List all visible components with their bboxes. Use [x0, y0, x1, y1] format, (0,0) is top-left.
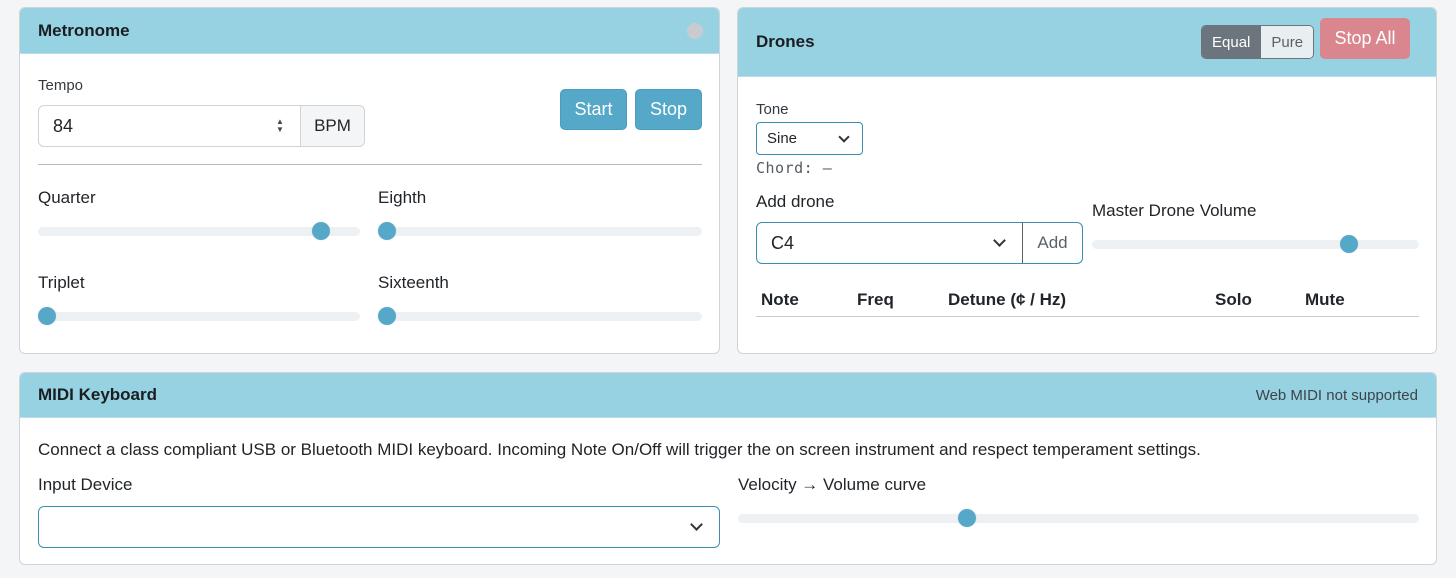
add-drone-group: C4 Add: [756, 222, 1083, 264]
triplet-slider[interactable]: [38, 307, 360, 325]
velocity-curve-slider[interactable]: [738, 509, 1419, 527]
triplet-label: Triplet: [38, 273, 85, 292]
midi-description: Connect a class compliant USB or Bluetoo…: [38, 440, 1201, 459]
sixteenth-slider-thumb[interactable]: [378, 307, 396, 325]
velocity-curve-thumb[interactable]: [958, 509, 977, 527]
eighth-slider[interactable]: [378, 222, 702, 240]
master-volume-thumb[interactable]: [1340, 235, 1359, 253]
col-header-mute: Mute: [1305, 290, 1345, 309]
start-button[interactable]: Start: [560, 89, 627, 130]
col-header-note: Note: [761, 290, 799, 309]
midi-status: Web MIDI not supported: [1255, 386, 1418, 404]
input-device-label: Input Device: [38, 475, 133, 494]
chevron-down-icon: [993, 234, 1006, 247]
chord-text: Chord: —: [756, 159, 833, 177]
eighth-label: Eighth: [378, 188, 427, 207]
master-volume-slider[interactable]: [1092, 235, 1419, 253]
triplet-slider-thumb[interactable]: [38, 307, 56, 325]
col-header-freq: Freq: [857, 290, 894, 309]
tempo-value: 84: [53, 115, 74, 136]
metronome-title: Metronome: [38, 20, 130, 40]
sixteenth-slider[interactable]: [378, 307, 702, 325]
tempo-label: Tempo: [38, 77, 84, 94]
tone-select[interactable]: Sine: [756, 122, 863, 155]
sixteenth-label: Sixteenth: [378, 273, 449, 292]
status-indicator-dot: [687, 22, 703, 39]
eighth-slider-thumb[interactable]: [378, 222, 396, 240]
divider: [38, 164, 702, 165]
tempo-unit-addon: BPM: [300, 106, 364, 146]
add-drone-button[interactable]: Add: [1022, 223, 1082, 263]
drones-title: Drones: [756, 32, 815, 51]
temperament-equal-button[interactable]: Equal: [1202, 26, 1261, 58]
col-header-detune: Detune (¢ / Hz): [948, 290, 1067, 309]
stop-all-button[interactable]: Stop All: [1320, 18, 1410, 59]
add-drone-select[interactable]: C4: [757, 223, 1022, 263]
metronome-card: Metronome Tempo 84 ▲ ▼ BPM Start Stop Qua…: [19, 7, 720, 354]
velocity-curve-label: Velocity → Volume curve: [738, 475, 927, 494]
master-volume-label: Master Drone Volume: [1092, 201, 1257, 220]
add-drone-value: C4: [771, 232, 795, 253]
quarter-slider-thumb[interactable]: [312, 222, 331, 240]
temperament-toggle: Equal Pure: [1201, 25, 1315, 59]
drones-card: Drones Equal Pure Stop All Tone Sine Cho…: [737, 7, 1437, 354]
quarter-slider[interactable]: [38, 222, 360, 240]
tone-select-value: Sine: [767, 130, 798, 147]
drones-header: Drones Equal Pure Stop All: [738, 8, 1436, 77]
quarter-label: Quarter: [38, 188, 96, 207]
midi-keyboard-card: MIDI Keyboard Web MIDI not supported Con…: [19, 372, 1437, 565]
temperament-pure-button[interactable]: Pure: [1260, 26, 1314, 58]
tempo-unit: BPM: [314, 116, 351, 135]
midi-header: MIDI Keyboard Web MIDI not supported: [20, 373, 1436, 418]
col-header-solo: Solo: [1215, 290, 1252, 309]
tone-label: Tone: [756, 101, 789, 118]
input-device-select[interactable]: [38, 506, 720, 548]
tempo-input-group: 84 ▲ ▼ BPM: [38, 105, 365, 147]
tempo-input[interactable]: 84 ▲ ▼: [39, 106, 300, 146]
chevron-down-icon: [838, 130, 850, 143]
metronome-header: Metronome: [20, 8, 719, 54]
midi-title: MIDI Keyboard: [38, 385, 158, 404]
table-header-divider: [756, 316, 1419, 317]
chevron-down-icon: [690, 518, 703, 531]
stop-button[interactable]: Stop: [635, 89, 702, 130]
add-drone-label: Add drone: [756, 192, 835, 211]
spinner-icon[interactable]: ▲ ▼: [274, 117, 286, 135]
